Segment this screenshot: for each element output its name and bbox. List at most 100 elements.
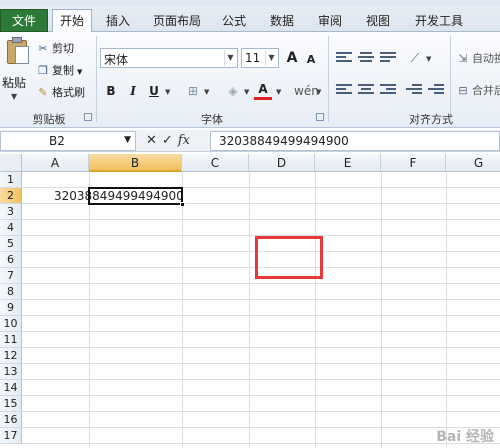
row-header[interactable]: 14 xyxy=(0,380,22,396)
insert-function-icon[interactable]: fx xyxy=(178,133,190,148)
tab-developer[interactable]: 开发工具 xyxy=(408,10,470,32)
paste-label[interactable]: 粘贴 xyxy=(2,74,26,91)
fill-dropdown-icon[interactable]: ▼ xyxy=(244,88,249,96)
tab-page-layout[interactable]: 页面布局 xyxy=(146,10,208,32)
formula-content: 32038849499494900 xyxy=(219,134,349,148)
align-left-icon[interactable] xyxy=(336,84,352,98)
row-header[interactable]: 1 xyxy=(0,172,22,188)
font-name-select[interactable]: 宋体 ▼ xyxy=(100,48,238,68)
row-header[interactable]: 9 xyxy=(0,300,22,316)
row-header[interactable]: 16 xyxy=(0,412,22,428)
align-bottom-icon[interactable] xyxy=(380,52,396,66)
font-size-value: 11 xyxy=(245,51,261,65)
phonetic-dropdown-icon[interactable]: ▼ xyxy=(316,88,321,96)
border-button[interactable]: ⊞ xyxy=(184,82,202,100)
fill-handle[interactable] xyxy=(180,202,185,207)
column-header-a[interactable]: A xyxy=(22,154,89,172)
underline-dropdown-icon[interactable]: ▼ xyxy=(165,88,170,96)
column-header-c[interactable]: C xyxy=(182,154,249,172)
font-name-value: 宋体 xyxy=(104,53,129,67)
clipboard-launcher-icon[interactable] xyxy=(84,113,92,121)
font-size-select[interactable]: 11 ▼ xyxy=(241,48,279,68)
group-divider xyxy=(96,36,97,122)
phonetic-button[interactable]: wén xyxy=(294,82,319,100)
chevron-down-icon[interactable]: ▼ xyxy=(265,50,277,66)
row-header[interactable]: 8 xyxy=(0,284,22,300)
name-box[interactable]: B2 ▼ xyxy=(0,131,136,151)
row-header[interactable]: 11 xyxy=(0,332,22,348)
scissors-icon: ✂ xyxy=(38,42,48,55)
column-header-d[interactable]: D xyxy=(249,154,315,172)
align-top-icon[interactable] xyxy=(336,52,352,66)
column-header-g[interactable]: G xyxy=(446,154,500,172)
wrap-text-button[interactable]: ⇲ 自动换 xyxy=(456,50,500,68)
row-header[interactable]: 3 xyxy=(0,204,22,220)
row-header[interactable]: 13 xyxy=(0,364,22,380)
bold-icon: B xyxy=(106,84,116,98)
tab-data[interactable]: 数据 xyxy=(262,10,302,32)
row-header[interactable]: 4 xyxy=(0,220,22,236)
row-header[interactable]: 2 xyxy=(0,188,22,204)
active-cell-b2[interactable] xyxy=(88,187,183,205)
gridline xyxy=(22,283,500,284)
cancel-icon[interactable]: ✕ xyxy=(146,133,157,148)
select-all-corner[interactable] xyxy=(0,154,22,172)
grow-font-button[interactable]: A xyxy=(283,49,301,67)
formula-bar: B2 ▼ ✕ ✓ fx 32038849499494900 xyxy=(0,130,500,152)
tab-review[interactable]: 审阅 xyxy=(310,10,350,32)
gridline xyxy=(446,172,447,448)
column-header-e[interactable]: E xyxy=(315,154,381,172)
border-dropdown-icon[interactable]: ▼ xyxy=(204,88,209,96)
align-right-icon[interactable] xyxy=(380,84,396,98)
orientation-button[interactable]: ⟋ xyxy=(406,49,424,67)
format-painter-label: 格式刷 xyxy=(52,86,85,99)
increase-indent-icon[interactable] xyxy=(428,84,444,98)
orientation-dropdown-icon[interactable]: ▼ xyxy=(426,55,431,63)
tab-file[interactable]: 文件 xyxy=(0,9,48,32)
tab-home[interactable]: 开始 xyxy=(52,9,92,32)
row-header[interactable]: 10 xyxy=(0,316,22,332)
formula-input[interactable]: 32038849499494900 xyxy=(210,131,500,151)
font-color-button[interactable]: A xyxy=(254,80,272,100)
align-middle-icon[interactable] xyxy=(358,52,374,66)
gridline xyxy=(22,379,500,380)
column-header-f[interactable]: F xyxy=(381,154,446,172)
row-header[interactable]: 6 xyxy=(0,252,22,268)
column-header-b[interactable]: B xyxy=(89,154,182,172)
italic-button[interactable]: I xyxy=(124,82,142,100)
tab-view[interactable]: 视图 xyxy=(358,10,398,32)
bold-button[interactable]: B xyxy=(102,82,120,100)
decrease-indent-icon[interactable] xyxy=(406,84,422,98)
font-group-label: 字体 xyxy=(201,113,223,126)
gridline xyxy=(22,443,500,444)
align-center-icon[interactable] xyxy=(358,84,374,98)
paste-sheet-icon xyxy=(15,46,29,64)
chevron-down-icon[interactable]: ▼ xyxy=(124,135,131,145)
copy-label: 复制 xyxy=(52,64,74,77)
cut-button[interactable]: ✂ 剪切 xyxy=(36,40,74,58)
font-launcher-icon[interactable] xyxy=(316,113,324,121)
underline-button[interactable]: U xyxy=(145,82,163,100)
enter-icon[interactable]: ✓ xyxy=(162,133,173,148)
font-color-dropdown-icon[interactable]: ▼ xyxy=(276,88,281,96)
tab-formulas[interactable]: 公式 xyxy=(214,10,254,32)
row-header[interactable]: 15 xyxy=(0,396,22,412)
chevron-down-icon[interactable]: ▼ xyxy=(224,50,236,66)
fill-color-button[interactable]: ◈ xyxy=(224,82,242,100)
gridline xyxy=(22,331,500,332)
paste-dropdown-icon[interactable]: ▼ xyxy=(11,92,17,101)
format-painter-button[interactable]: ✎ 格式刷 xyxy=(36,84,85,102)
row-header[interactable]: 17 xyxy=(0,428,22,444)
shrink-font-button[interactable]: A xyxy=(302,51,320,69)
merge-button[interactable]: ⊟ 合并后 xyxy=(456,82,500,100)
gridline xyxy=(22,347,500,348)
underline-icon: U xyxy=(149,84,159,98)
row-header[interactable]: 7 xyxy=(0,268,22,284)
copy-dropdown-icon[interactable]: ▼ xyxy=(77,68,82,76)
row-header[interactable]: 12 xyxy=(0,348,22,364)
tab-insert[interactable]: 插入 xyxy=(98,10,138,32)
worksheet-grid[interactable]: A B C D E F G 1 2 3 4 5 6 7 8 9 10 11 12 13 14 15 16 17 … xyxy=(0,154,500,448)
copy-button[interactable]: ❐ 复制 ▼ xyxy=(36,62,82,80)
paste-button[interactable] xyxy=(4,36,30,66)
row-header[interactable]: 5 xyxy=(0,236,22,252)
